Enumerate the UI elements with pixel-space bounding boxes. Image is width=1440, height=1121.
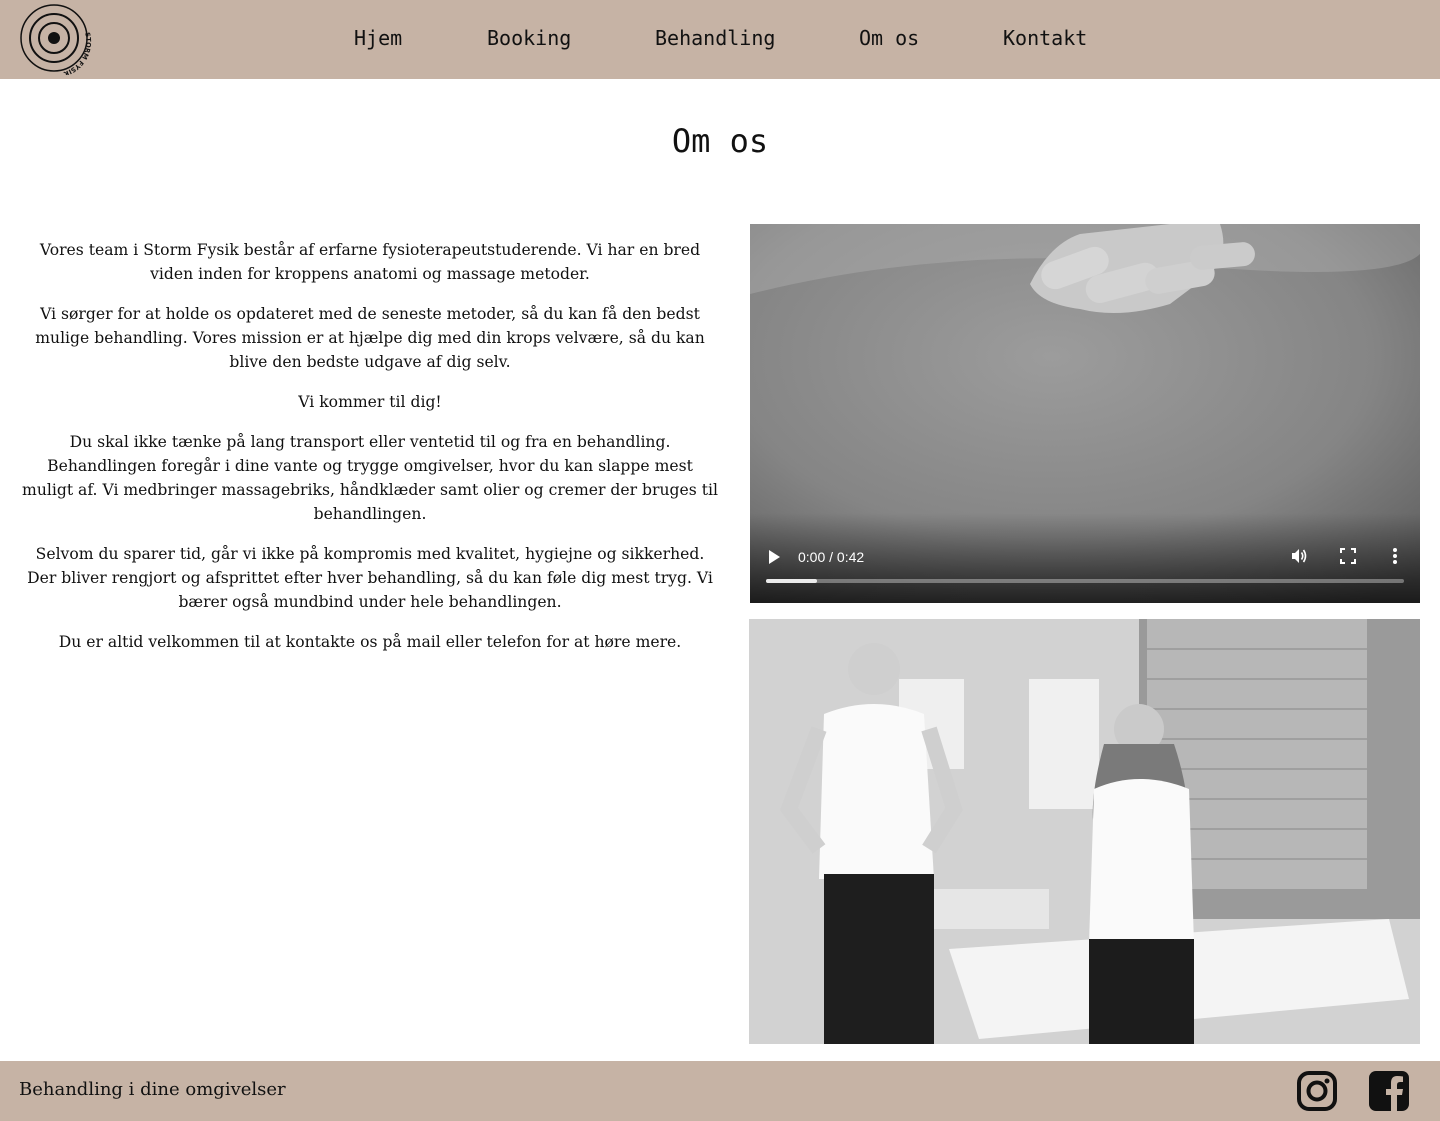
facebook-icon[interactable] bbox=[1368, 1070, 1410, 1112]
play-icon[interactable] bbox=[766, 549, 782, 565]
video-progress-bar[interactable] bbox=[766, 579, 1404, 583]
fullscreen-icon[interactable] bbox=[1340, 548, 1356, 564]
nav-item-booking[interactable]: Booking bbox=[487, 26, 571, 50]
about-paragraph: Selvom du sparer tid, går vi ikke på kom… bbox=[27, 545, 713, 611]
about-paragraph: Vi kommer til dig! bbox=[298, 393, 442, 411]
video-controls: 0:00 / 0:42 bbox=[750, 513, 1420, 603]
about-paragraph: Du skal ikke tænke på lang transport ell… bbox=[22, 433, 718, 523]
about-paragraph: Vores team i Storm Fysik består af erfar… bbox=[39, 241, 701, 283]
video-buffered-fill bbox=[766, 579, 818, 583]
storm-fysik-logo[interactable]: STORM FYSIK bbox=[19, 3, 93, 78]
massage-video-player[interactable]: 0:00 / 0:42 bbox=[750, 224, 1420, 603]
footer-tagline: Behandling i dine omgivelser bbox=[19, 1079, 286, 1100]
team-photo bbox=[749, 619, 1420, 1044]
nav-item-kontakt[interactable]: Kontakt bbox=[1003, 26, 1087, 50]
volume-icon[interactable] bbox=[1290, 547, 1308, 565]
site-footer: Behandling i dine omgivelser bbox=[0, 1061, 1440, 1121]
about-text: Vores team i Storm Fysik består af erfar… bbox=[20, 238, 720, 670]
about-paragraph: Vi sørger for at holde os opdateret med … bbox=[35, 305, 705, 371]
nav-item-behandling[interactable]: Behandling bbox=[655, 26, 775, 50]
more-options-icon[interactable] bbox=[1387, 547, 1403, 565]
instagram-icon[interactable] bbox=[1296, 1070, 1338, 1112]
nav-item-hjem[interactable]: Hjem bbox=[354, 26, 402, 50]
about-paragraph: Du er altid velkommen til at kontakte os… bbox=[58, 633, 682, 651]
nav-item-om-os[interactable]: Om os bbox=[859, 26, 919, 50]
site-header: STORM FYSIK Hjem Booking Behandling Om o… bbox=[0, 0, 1440, 79]
video-time: 0:00 / 0:42 bbox=[798, 549, 865, 565]
page-title: Om os bbox=[671, 122, 769, 160]
